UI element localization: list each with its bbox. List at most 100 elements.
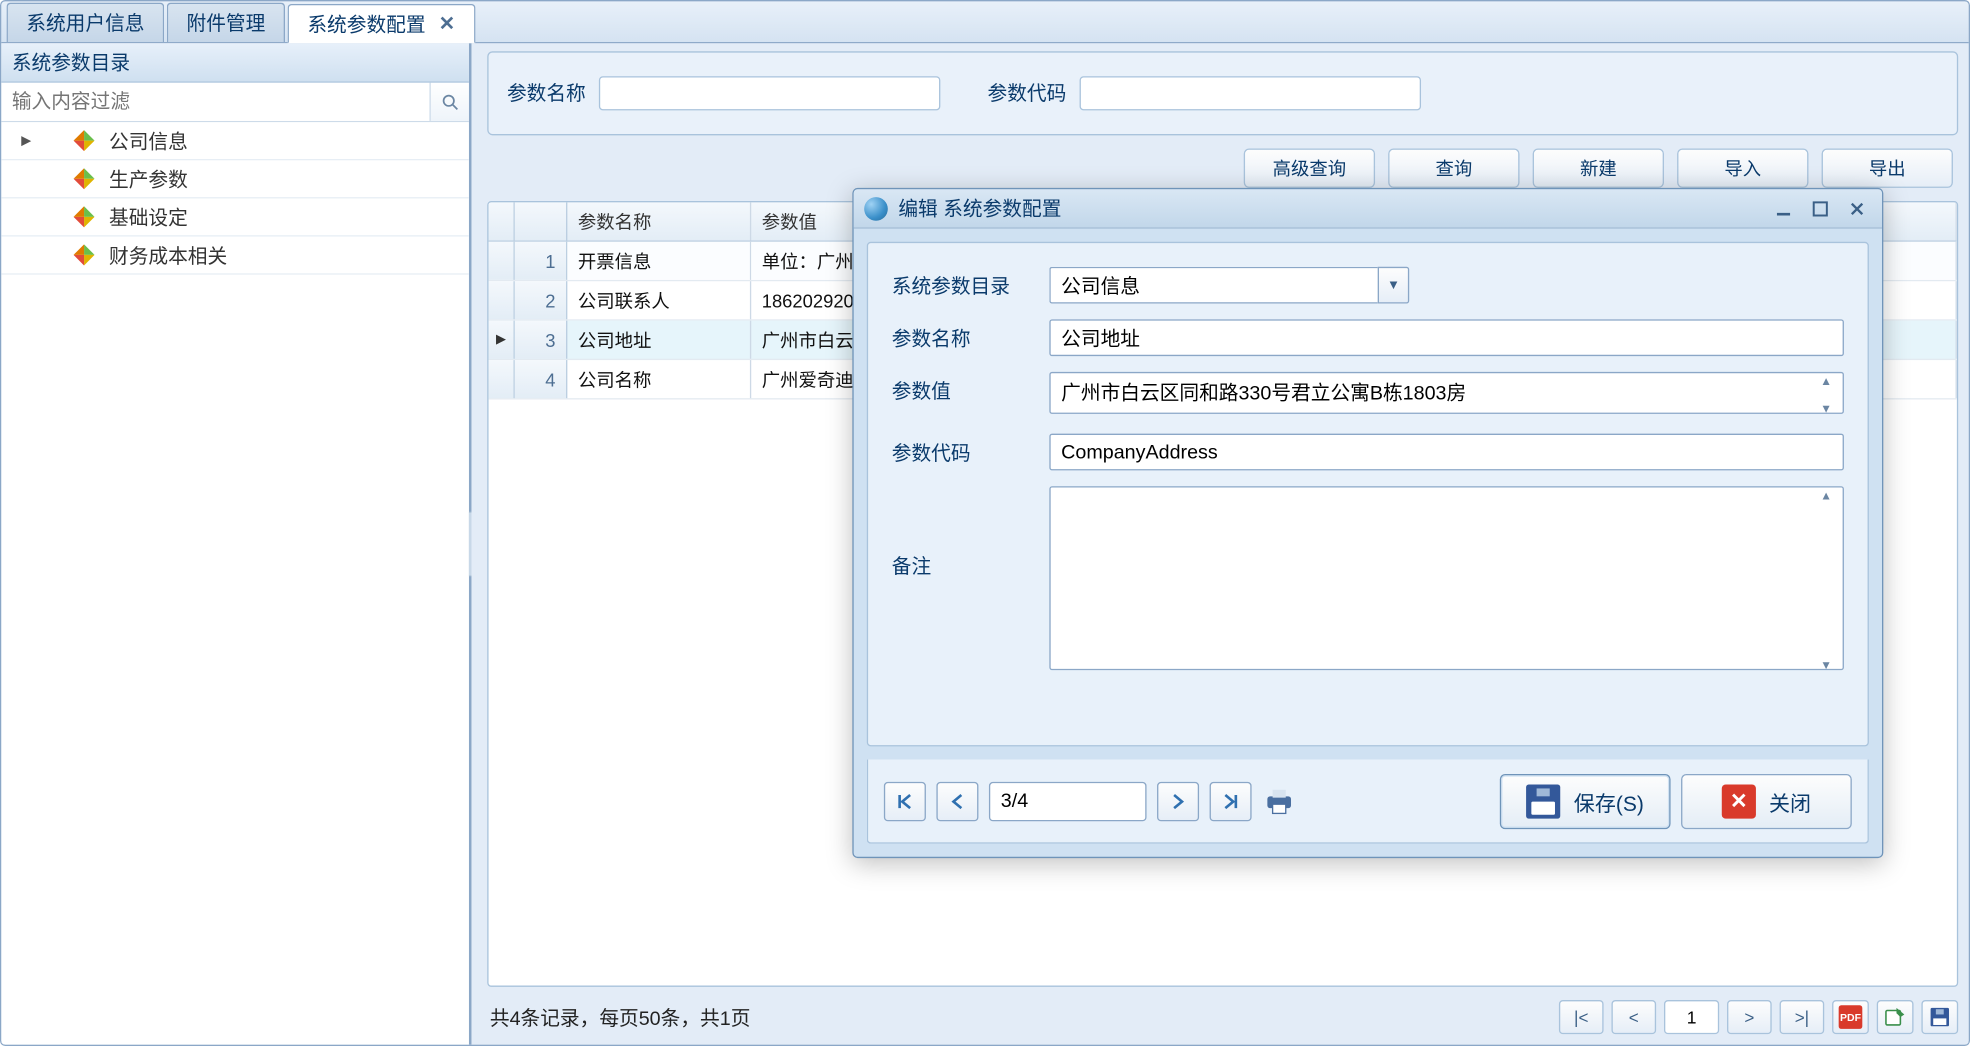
param-value-input[interactable] [1049,372,1844,414]
form-row-directory: 系统参数目录 ▼ [892,267,1844,304]
pager-next-button[interactable]: > [1727,1000,1772,1034]
form-row-name: 参数名称 [892,319,1844,356]
form-row-note: 备注 ▲▼ [892,486,1844,674]
nav-first-button[interactable] [884,781,926,820]
grid-rownum: 2 [515,281,568,319]
filter-input-name[interactable] [599,76,940,110]
advanced-search-button[interactable]: 高级查询 [1244,148,1375,187]
filter-input-code[interactable] [1079,76,1420,110]
app-icon [864,196,888,220]
tree-item-production[interactable]: 生产参数 [1,160,469,198]
form-row-value: 参数值 ▲▼ [892,372,1844,418]
search-icon[interactable] [429,83,468,121]
grid-cell-name: 公司联系人 [567,281,751,319]
close-button[interactable]: ✕ 关闭 [1681,773,1852,828]
tab-label: 系统用户信息 [26,9,144,37]
label-name: 参数名称 [892,319,1050,352]
expand-icon[interactable]: ▶ [9,133,43,147]
edit-dialog: 编辑 系统参数配置 系统参数目录 ▼ [852,188,1883,858]
tab-user-info[interactable]: 系统用户信息 [7,3,165,42]
diamond-icon [72,129,96,153]
tree-item-basic[interactable]: 基础设定 [1,198,469,236]
export-button[interactable]: 导出 [1822,148,1953,187]
param-name-input[interactable] [1049,319,1844,356]
search-button[interactable]: 查询 [1388,148,1519,187]
tab-sysparam[interactable]: 系统参数配置 ✕ [288,4,475,43]
grid-cell-name: 公司地址 [567,321,751,359]
tree-item-label: 基础设定 [109,203,188,231]
import-button[interactable]: 导入 [1677,148,1808,187]
label-note: 备注 [892,486,1050,579]
main-window: 系统用户信息 附件管理 系统参数配置 ✕ 系统参数目录 ▶ [0,0,1970,1046]
tree-search-input[interactable] [1,83,429,121]
nav-last-button[interactable] [1210,781,1252,820]
disk-icon [1527,784,1561,818]
export-excel-button[interactable] [1877,1000,1914,1034]
pager-first-button[interactable]: |< [1559,1000,1604,1034]
disk-icon [1929,1007,1950,1028]
spinner-arrows[interactable]: ▲▼ [1820,489,1841,672]
tab-attachment[interactable]: 附件管理 [167,3,285,42]
grid-header-pointer [489,202,515,240]
filter-field-code: 参数代码 [988,76,1421,110]
filter-box: 参数名称 参数代码 [487,51,1958,135]
print-icon[interactable] [1262,786,1296,815]
row-pointer-icon: ▶ [489,321,515,359]
tree: ▶ 公司信息 生产参数 基础设定 [1,122,469,1044]
directory-combo[interactable]: ▼ [1049,267,1844,304]
pager-prev-button[interactable]: < [1611,1000,1656,1034]
close-button-label: 关闭 [1769,785,1811,817]
tab-strip: 系统用户信息 附件管理 系统参数配置 ✕ [1,1,1968,43]
close-icon[interactable]: ✕ [439,12,456,36]
close-x-icon: ✕ [1722,784,1756,818]
new-button[interactable]: 新建 [1533,148,1664,187]
left-panel: 系统参数目录 ▶ 公司信息 生产 [1,43,471,1044]
nav-position-input[interactable] [989,781,1147,820]
note-input[interactable] [1049,486,1844,670]
maximize-icon[interactable] [1806,196,1835,220]
close-icon[interactable] [1843,196,1872,220]
tab-label: 系统参数配置 [307,10,425,38]
dialog-titlebar[interactable]: 编辑 系统参数配置 [854,189,1882,228]
tree-item-label: 生产参数 [109,165,188,193]
pager-page-input[interactable] [1664,1000,1719,1034]
tree-item-finance[interactable]: 财务成本相关 [1,237,469,275]
label-value: 参数值 [892,372,1050,405]
label-directory: 系统参数目录 [892,267,1050,300]
form-row-code: 参数代码 [892,434,1844,471]
tree-item-label: 公司信息 [109,127,188,155]
export-pdf-button[interactable]: PDF [1832,1000,1869,1034]
grid-cell-name: 公司名称 [567,360,751,398]
grid-header-rownum [515,202,568,240]
label-code: 参数代码 [892,434,1050,467]
dialog-footer: 保存(S) ✕ 关闭 [867,760,1869,844]
footer-bar: 共4条记录，每页50条，共1页 |< < > >| PDF [487,1000,1958,1034]
grid-header-name[interactable]: 参数名称 [567,202,751,240]
pager-last-button[interactable]: >| [1780,1000,1825,1034]
pdf-icon: PDF [1839,1005,1863,1029]
minimize-icon[interactable] [1769,196,1798,220]
save-button[interactable]: 保存(S) [1500,773,1671,828]
diamond-icon [72,205,96,229]
filter-label-name: 参数名称 [507,82,586,104]
tree-search [1,83,469,122]
tab-label: 附件管理 [187,9,266,37]
record-count-label: 共4条记录，每页50条，共1页 [487,1003,750,1031]
nav-next-button[interactable] [1157,781,1199,820]
nav-prev-button[interactable] [936,781,978,820]
spinner-arrows[interactable]: ▲▼ [1820,375,1841,416]
directory-input[interactable] [1049,267,1377,304]
export-icon [1885,1007,1906,1028]
save-layout-button[interactable] [1921,1000,1958,1034]
grid-rownum: 4 [515,360,568,398]
save-button-label: 保存(S) [1574,785,1644,817]
tree-item-company[interactable]: ▶ 公司信息 [1,122,469,160]
dialog-body: 系统参数目录 ▼ 参数名称 参数值 [867,242,1869,747]
grid-rownum: 3 [515,321,568,359]
param-code-input[interactable] [1049,434,1844,471]
diamond-icon [72,243,96,267]
toolbar: 高级查询 查询 新建 导入 导出 [487,148,1958,187]
diamond-icon [72,167,96,191]
dialog-title: 编辑 系统参数配置 [898,194,1061,222]
chevron-down-icon[interactable]: ▼ [1378,267,1410,304]
